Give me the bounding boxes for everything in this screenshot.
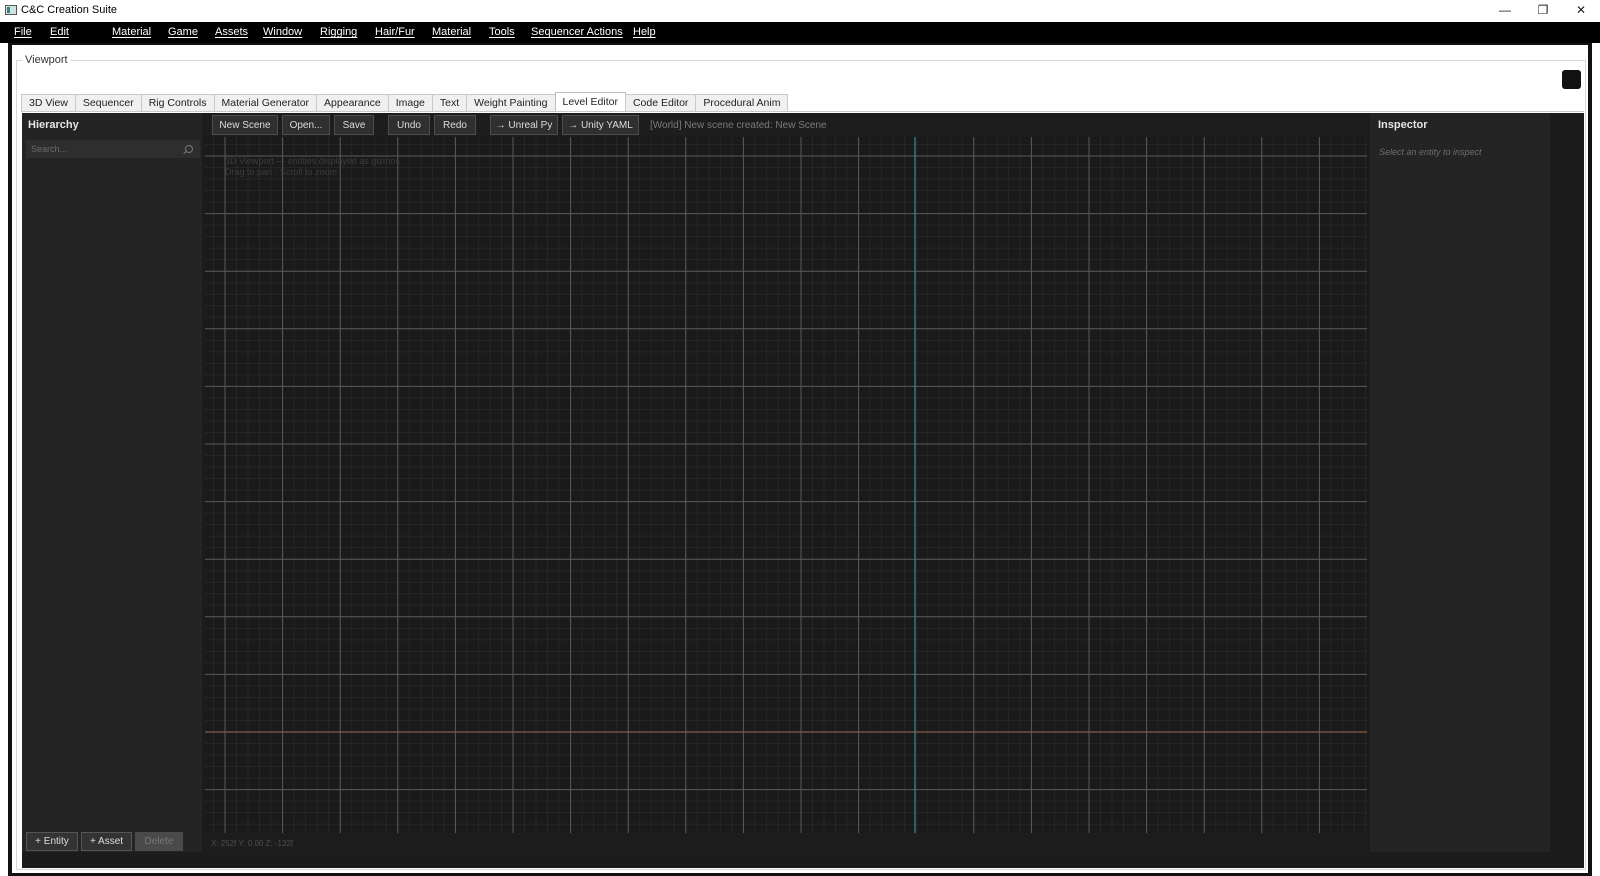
open-button[interactable]: Open... (282, 115, 330, 135)
tab-appearance[interactable]: Appearance (316, 94, 389, 111)
tab-procedural-anim[interactable]: Procedural Anim (695, 94, 789, 111)
bottom-gutter (22, 852, 1584, 868)
restore-button[interactable]: ❐ (1524, 0, 1562, 20)
add-entity-button[interactable]: + Entity (26, 832, 78, 851)
status-message: [World] New scene created: New Scene (650, 120, 827, 131)
export-unity-button[interactable]: → Unity YAML (562, 115, 639, 135)
menu-material-2[interactable]: Material (432, 26, 471, 38)
redo-button[interactable]: Redo (434, 115, 476, 135)
add-asset-button[interactable]: + Asset (81, 832, 132, 851)
tab-sequencer[interactable]: Sequencer (74, 94, 142, 111)
save-button[interactable]: Save (334, 115, 374, 135)
level-viewport[interactable]: 3D Viewport — entities displayed as gizm… (205, 137, 1367, 833)
new-scene-button[interactable]: New Scene (212, 115, 278, 135)
tab-rig-controls[interactable]: Rig Controls (140, 94, 215, 111)
coordinate-bar (205, 833, 1367, 852)
tab-divider (21, 111, 1584, 112)
viewport-hint-2: Drag to pan · Scroll to zoom (225, 167, 338, 177)
menu-material[interactable]: Material (112, 26, 151, 38)
tab-3d-view[interactable]: 3D View (21, 94, 76, 111)
menu-assets[interactable]: Assets (215, 26, 248, 38)
menu-game[interactable]: Game (168, 26, 198, 38)
tab-level-editor[interactable]: Level Editor (554, 92, 626, 111)
corner-button[interactable] (1562, 70, 1581, 89)
right-gutter (1550, 113, 1584, 868)
menu-sequencer-actions[interactable]: Sequencer Actions (531, 26, 623, 38)
hierarchy-panel (22, 113, 202, 868)
groupbox-title: Viewport (22, 54, 71, 66)
title-bar: C&C Creation Suite — ❐ ✕ (0, 0, 1600, 20)
tab-code-editor[interactable]: Code Editor (624, 94, 697, 111)
export-unreal-button[interactable]: → Unreal Py (490, 115, 558, 135)
menu-bar: File Edit Material Game Assets Window Ri… (0, 22, 1600, 43)
search-icon (185, 145, 193, 153)
hierarchy-search-input[interactable]: Search... (26, 140, 200, 158)
close-button[interactable]: ✕ (1562, 0, 1600, 20)
inspector-empty-hint: Select an entity to inspect (1379, 147, 1482, 157)
tab-text[interactable]: Text (431, 94, 468, 111)
undo-button[interactable]: Undo (388, 115, 430, 135)
viewport-grid (205, 137, 1367, 833)
menu-rigging[interactable]: Rigging (320, 26, 357, 38)
inspector-title: Inspector (1378, 119, 1428, 131)
hierarchy-title: Hierarchy (28, 119, 79, 131)
menu-hair-fur[interactable]: Hair/Fur (375, 26, 415, 38)
menu-edit[interactable]: Edit (50, 26, 69, 38)
coordinate-readout: X: 252f Y: 0.00 Z: -132f (211, 839, 294, 848)
minimize-button[interactable]: — (1486, 0, 1524, 20)
tab-material-generator[interactable]: Material Generator (213, 94, 318, 111)
menu-file[interactable]: File (14, 26, 32, 38)
viewport-hint-1: 3D Viewport — entities displayed as gizm… (225, 156, 400, 166)
inspector-panel (1370, 113, 1550, 852)
menu-tools[interactable]: Tools (489, 26, 515, 38)
menu-window[interactable]: Window (263, 26, 302, 38)
search-placeholder: Search... (31, 144, 68, 154)
window-title: C&C Creation Suite (21, 4, 117, 16)
tab-image[interactable]: Image (387, 94, 433, 111)
tab-weight-painting[interactable]: Weight Painting (466, 94, 556, 111)
window-controls: — ❐ ✕ (1486, 0, 1600, 20)
menu-help[interactable]: Help (633, 26, 656, 38)
tab-bar: 3D View Sequencer Rig Controls Material … (21, 92, 789, 112)
delete-button[interactable]: Delete (135, 832, 183, 851)
app-icon (5, 5, 17, 15)
